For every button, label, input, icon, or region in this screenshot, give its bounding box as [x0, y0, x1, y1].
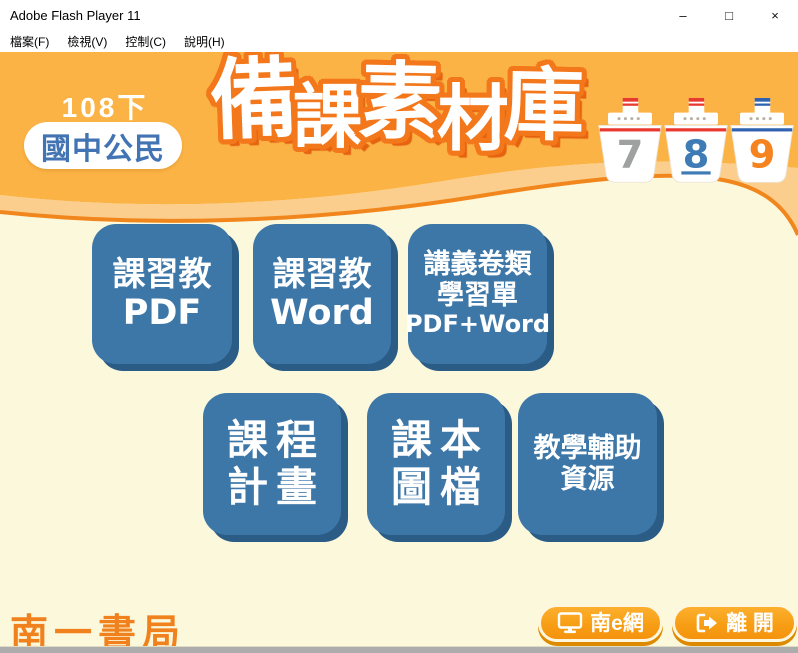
close-button[interactable]: × — [752, 0, 798, 30]
app-title-char: 備 — [208, 54, 299, 145]
exit-button[interactable]: 離 開 — [672, 604, 797, 642]
grade-8-underline — [681, 171, 710, 174]
textbook-images-button[interactable]: 課本 圖檔 — [367, 393, 505, 535]
app-title-char: 課 — [293, 82, 363, 152]
teaching-aid-resources-button[interactable]: 教學輔助 資源 — [518, 393, 657, 535]
nan-e-web-button[interactable]: 南e網 — [538, 604, 663, 642]
menu-bar: 檔案(F) 檢視(V) 控制(C) 說明(H) — [0, 30, 798, 52]
minimize-button[interactable]: – — [660, 0, 706, 30]
app-title: 備 課 素 材 庫 — [210, 54, 579, 142]
exit-label: 離 開 — [726, 613, 774, 634]
menu-file[interactable]: 檔案(F) — [10, 33, 49, 50]
menu-help[interactable]: 說明(H) — [184, 33, 225, 50]
grade-7-number: 7 — [617, 133, 644, 178]
window-bottom-edge — [0, 646, 798, 653]
window-titlebar: Adobe Flash Player 11 – □ × — [0, 0, 798, 30]
grade-9-ship-icon[interactable]: 9 — [729, 97, 795, 187]
menu-control[interactable]: 控制(C) — [125, 33, 166, 50]
app-title-char: 材 — [437, 84, 509, 156]
semester-label: 108下 — [30, 86, 180, 126]
monitor-icon — [557, 612, 583, 634]
grade-7-ship-icon[interactable]: 7 — [597, 97, 663, 187]
maximize-button[interactable]: □ — [706, 0, 752, 30]
nan-e-web-label: 南e網 — [590, 613, 644, 634]
subject-badge: 國中公民 — [24, 122, 182, 169]
menu-view[interactable]: 檢視(V) — [67, 33, 107, 50]
subject-label: 國中公民 — [41, 124, 165, 168]
exit-icon — [695, 613, 719, 633]
handout-worksheet-button[interactable]: 講義卷類 學習單 PDF+Word — [408, 224, 547, 364]
publisher-logo: 南一書局 — [10, 602, 186, 646]
app-title-char: 素 — [357, 59, 442, 144]
curriculum-plan-button[interactable]: 課程 計畫 — [203, 393, 341, 535]
kexijiao-pdf-button[interactable]: 課習教 PDF — [92, 224, 232, 364]
grade-8-ship-icon[interactable]: 8 — [663, 97, 729, 187]
grade-8-number: 8 — [683, 133, 710, 178]
flash-player-window: Adobe Flash Player 11 – □ × 檔案(F) 檢視(V) … — [0, 0, 798, 653]
window-controls: – □ × — [660, 0, 798, 30]
flash-stage: 108下 國中公民 備 課 素 材 庫 7 — [0, 52, 798, 646]
window-title: Adobe Flash Player 11 — [0, 8, 660, 23]
app-title-char: 庫 — [503, 65, 584, 146]
grade-9-number: 9 — [749, 133, 776, 178]
kexijiao-word-button[interactable]: 課習教 Word — [253, 224, 391, 364]
